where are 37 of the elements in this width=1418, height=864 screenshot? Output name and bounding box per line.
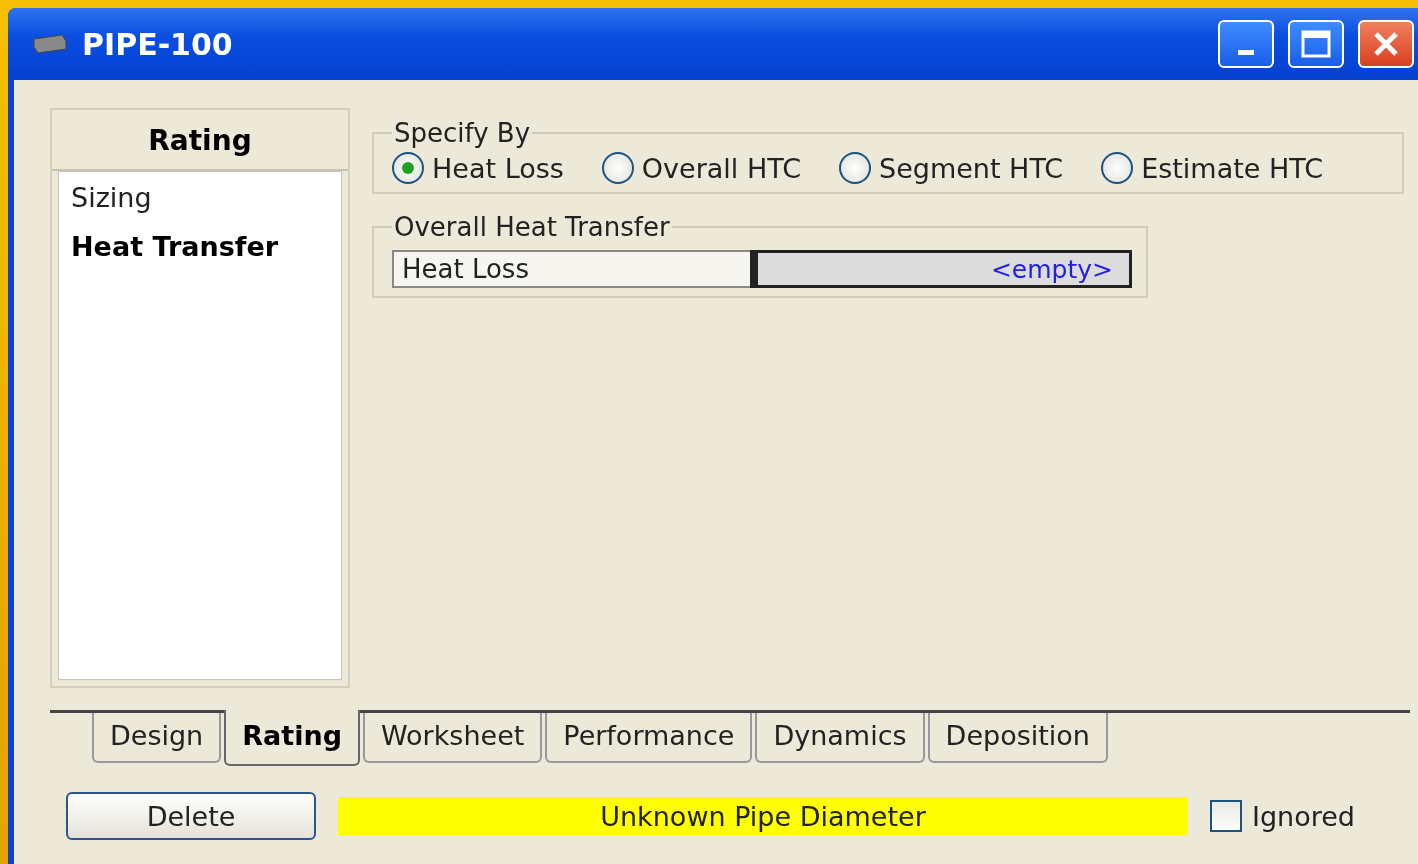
radio-button[interactable] xyxy=(392,152,424,184)
tab[interactable]: Performance xyxy=(545,713,753,763)
list-item[interactable]: Sizing xyxy=(71,182,329,213)
option-label: Overall HTC xyxy=(641,152,801,184)
ignored-checkbox[interactable]: Ignored xyxy=(1210,800,1355,832)
tab[interactable]: Dynamics xyxy=(755,713,925,763)
status-bar: Unknown Pipe Diameter xyxy=(338,797,1188,835)
group-title: Specify By xyxy=(393,118,532,148)
radio-button[interactable] xyxy=(839,152,871,184)
tab[interactable]: Design xyxy=(92,713,222,763)
checkbox[interactable] xyxy=(1210,800,1242,832)
list-item[interactable]: Heat Transfer xyxy=(71,231,329,262)
radio-option[interactable]: Overall HTC xyxy=(601,152,801,184)
tab[interactable]: Deposition xyxy=(927,713,1108,763)
close-button[interactable] xyxy=(1358,20,1414,68)
radio-button[interactable] xyxy=(1101,152,1134,184)
option-label: Estimate HTC xyxy=(1141,152,1324,184)
radio-option[interactable]: Segment HTC xyxy=(839,152,1064,184)
tab[interactable]: Worksheet xyxy=(362,713,543,763)
maximize-button[interactable] xyxy=(1288,20,1344,68)
close-icon xyxy=(1372,30,1400,58)
delete-button[interactable]: Delete xyxy=(66,792,316,840)
tab[interactable]: Rating xyxy=(224,710,360,766)
group-title: Overall Heat Transfer xyxy=(393,212,671,242)
checkbox-label: Ignored xyxy=(1252,800,1355,832)
radio-option[interactable]: Heat Loss xyxy=(392,152,564,184)
minimize-icon xyxy=(1238,49,1254,55)
field-label: Heat Loss xyxy=(392,250,750,288)
option-label: Heat Loss xyxy=(432,152,564,184)
minimize-button[interactable] xyxy=(1218,20,1274,68)
value-field[interactable]: <empty> xyxy=(750,250,1132,288)
option-label: Segment HTC xyxy=(879,152,1064,184)
pipe-icon xyxy=(32,33,68,55)
radio-button[interactable] xyxy=(601,152,634,184)
radio-option[interactable]: Estimate HTC xyxy=(1101,152,1324,184)
window-title: PIPE-100 xyxy=(82,26,234,62)
maximize-icon xyxy=(1301,30,1331,58)
